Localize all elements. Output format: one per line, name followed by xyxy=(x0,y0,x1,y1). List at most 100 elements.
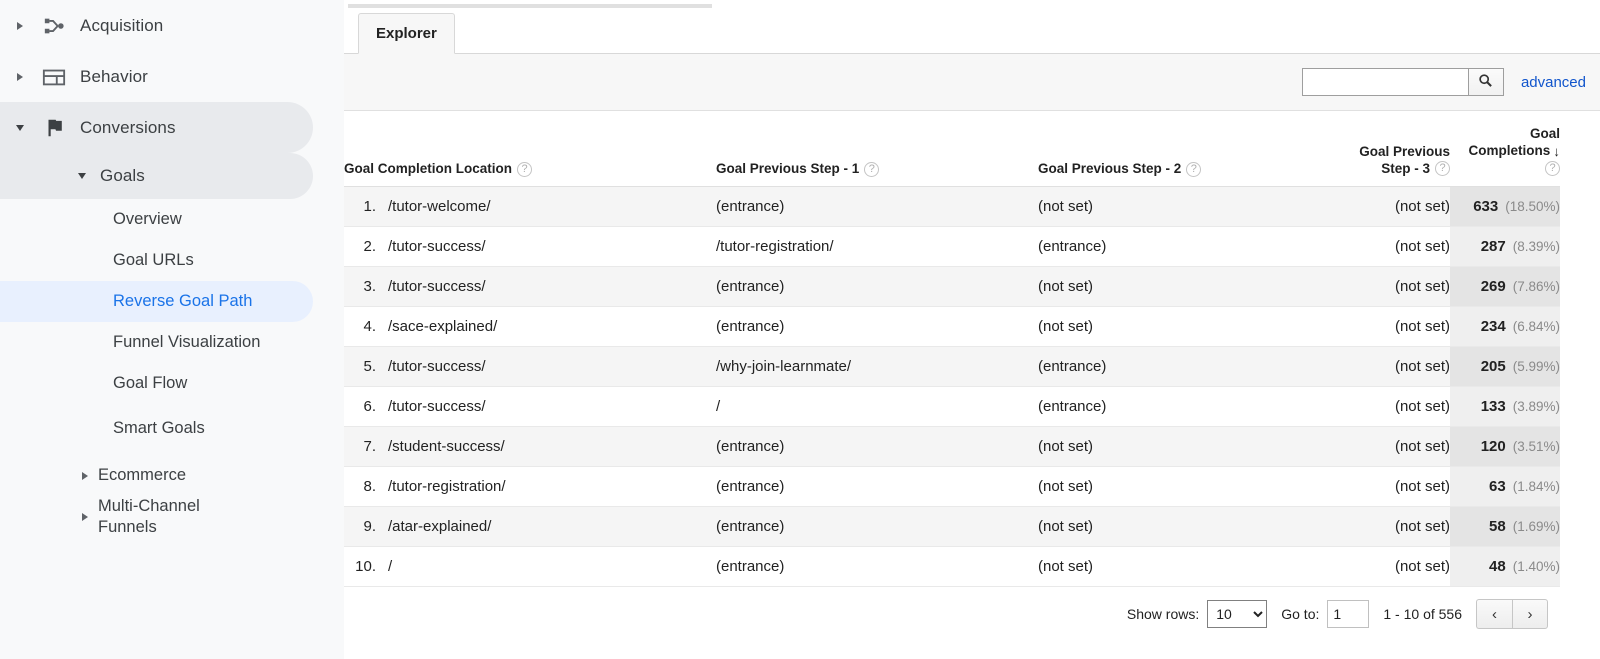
acquisition-icon xyxy=(34,15,74,37)
sidebar-item-reverse-goal-path[interactable]: Reverse Goal Path xyxy=(0,281,313,322)
sidebar-item-behavior[interactable]: Behavior xyxy=(0,51,344,102)
help-icon-goal-completion-location[interactable]: ? xyxy=(517,161,532,177)
sidebar-item-goals[interactable]: Goals xyxy=(0,153,313,199)
table-row[interactable]: 6./tutor-success/ / (entrance) (not set)… xyxy=(344,386,1560,427)
search-button[interactable] xyxy=(1467,68,1504,96)
sidebar-item-label: Reverse Goal Path xyxy=(113,292,253,310)
cell-goal-completion-location[interactable]: 6./tutor-success/ xyxy=(344,386,716,427)
cell-goal-previous-step-2[interactable]: (entrance) xyxy=(1038,346,1344,387)
table-row[interactable]: 4./sace-explained/ (entrance) (not set) … xyxy=(344,306,1560,347)
column-header-goal-completions[interactable]: Goal Completions ↓? xyxy=(1450,111,1560,187)
cell-value[interactable]: /atar-explained/ xyxy=(376,518,491,535)
cell-goal-previous-step-1[interactable]: (entrance) xyxy=(716,306,1038,347)
sidebar-item-goal-flow[interactable]: Goal Flow xyxy=(0,363,344,404)
cell-goal-previous-step-2[interactable]: (not set) xyxy=(1038,306,1344,347)
advanced-search-link[interactable]: advanced xyxy=(1521,74,1586,91)
previous-page-button[interactable]: ‹ xyxy=(1476,599,1512,629)
help-icon-goal-previous-step-3[interactable]: ? xyxy=(1435,161,1450,177)
cell-goal-completion-location[interactable]: 3./tutor-success/ xyxy=(344,266,716,307)
row-index: 9. xyxy=(363,517,376,535)
table-row[interactable]: 9./atar-explained/ (entrance) (not set) … xyxy=(344,506,1560,547)
cell-value[interactable]: /tutor-success/ xyxy=(376,358,486,375)
completions-value: 120 xyxy=(1480,437,1506,455)
cell-goal-previous-step-2[interactable]: (entrance) xyxy=(1038,386,1344,427)
column-header-goal-previous-step-1[interactable]: Goal Previous Step - 1? xyxy=(716,111,1038,187)
sidebar-item-goal-urls[interactable]: Goal URLs xyxy=(0,240,344,281)
cell-goal-previous-step-2[interactable]: (not set) xyxy=(1038,426,1344,467)
sidebar-item-overview[interactable]: Overview xyxy=(0,199,344,240)
sidebar-item-conversions[interactable]: Conversions xyxy=(0,102,313,153)
cell-goal-previous-step-1[interactable]: (entrance) xyxy=(716,466,1038,507)
sidebar-item-label: Goals xyxy=(100,166,145,185)
help-icon-goal-previous-step-1[interactable]: ? xyxy=(864,161,880,177)
cell-goal-completion-location[interactable]: 1./tutor-welcome/ xyxy=(344,186,716,227)
expand-caret-multi-channel-funnels[interactable] xyxy=(76,513,94,521)
help-icon-goal-completions[interactable]: ? xyxy=(1545,161,1560,177)
go-to-page-input[interactable] xyxy=(1327,600,1370,628)
column-header-label: Goal Previous Step - 1 xyxy=(716,160,860,176)
completions-value: 234 xyxy=(1480,317,1506,335)
cell-value[interactable]: /sace-explained/ xyxy=(376,318,497,335)
completions-percent: (1.40%) xyxy=(1512,558,1560,574)
tab-explorer[interactable]: Explorer xyxy=(358,13,455,54)
cell-value[interactable]: /student-success/ xyxy=(376,438,505,455)
search-input[interactable] xyxy=(1301,68,1468,96)
expand-caret-acquisition[interactable] xyxy=(6,21,34,30)
sidebar-item-label: Overview xyxy=(113,210,182,228)
cell-goal-completion-location[interactable]: 9./atar-explained/ xyxy=(344,506,716,547)
sort-descending-icon[interactable]: ↓ xyxy=(1553,143,1560,160)
column-header-goal-previous-step-3[interactable]: Goal Previous Step - 3? xyxy=(1344,111,1450,187)
sidebar-item-acquisition[interactable]: Acquisition xyxy=(0,0,344,51)
table-row[interactable]: 8./tutor-registration/ (entrance) (not s… xyxy=(344,466,1560,507)
help-icon-goal-previous-step-2[interactable]: ? xyxy=(1186,161,1202,177)
sidebar-item-multi-channel-funnels[interactable]: Multi-Channel Funnels xyxy=(0,496,344,538)
cell-goal-completion-location[interactable]: 8./tutor-registration/ xyxy=(344,466,716,507)
cell-goal-previous-step-1[interactable]: (entrance) xyxy=(716,506,1038,547)
cell-goal-completion-location[interactable]: 7./student-success/ xyxy=(344,426,716,467)
cell-goal-completion-location[interactable]: 2./tutor-success/ xyxy=(344,226,716,267)
cell-goal-previous-step-1[interactable]: (entrance) xyxy=(716,546,1038,587)
table-row[interactable]: 10. / (entrance) (not set) (not set) 48 (1… xyxy=(344,546,1560,587)
cell-goal-completion-location[interactable]: 4./sace-explained/ xyxy=(344,306,716,347)
table-row[interactable]: 5./tutor-success/ /why-join-learnmate/ (… xyxy=(344,346,1560,387)
table-row[interactable]: 3./tutor-success/ (entrance) (not set) (… xyxy=(344,266,1560,307)
cell-goal-completion-location[interactable]: 10. / xyxy=(344,546,716,587)
cell-goal-completion-location[interactable]: 5./tutor-success/ xyxy=(344,346,716,387)
collapse-caret-conversions[interactable] xyxy=(6,124,34,131)
cell-goal-previous-step-1[interactable]: (entrance) xyxy=(716,266,1038,307)
cell-goal-previous-step-1[interactable]: (entrance) xyxy=(716,186,1038,227)
completions-value: 287 xyxy=(1480,237,1506,255)
sidebar-item-ecommerce[interactable]: Ecommerce xyxy=(0,455,344,496)
cell-value[interactable]: /tutor-success/ xyxy=(376,398,486,415)
cell-goal-previous-step-2[interactable]: (not set) xyxy=(1038,546,1344,587)
cell-value[interactable]: /tutor-registration/ xyxy=(376,478,506,495)
cell-goal-previous-step-2[interactable]: (entrance) xyxy=(1038,226,1344,267)
expand-caret-behavior[interactable] xyxy=(6,72,34,81)
column-header-goal-previous-step-2[interactable]: Goal Previous Step - 2? xyxy=(1038,111,1344,187)
cell-value[interactable]: / xyxy=(376,558,392,575)
expand-caret-ecommerce[interactable] xyxy=(76,471,94,480)
table-row[interactable]: 2./tutor-success/ /tutor-registration/ (… xyxy=(344,226,1560,267)
cell-goal-previous-step-1[interactable]: /why-join-learnmate/ xyxy=(716,346,1038,387)
cell-value[interactable]: /tutor-success/ xyxy=(376,238,486,255)
sidebar-item-label: Multi-Channel Funnels xyxy=(98,497,200,536)
sidebar-item-smart-goals[interactable]: Smart Goals xyxy=(0,408,344,449)
cell-goal-previous-step-1[interactable]: (entrance) xyxy=(716,426,1038,467)
cell-goal-previous-step-3: (not set) xyxy=(1344,386,1450,427)
cell-goal-previous-step-2[interactable]: (not set) xyxy=(1038,186,1344,227)
cell-value[interactable]: /tutor-welcome/ xyxy=(376,198,491,215)
next-page-button[interactable]: › xyxy=(1512,599,1548,629)
cell-goal-previous-step-2[interactable]: (not set) xyxy=(1038,266,1344,307)
column-header-goal-completion-location[interactable]: Goal Completion Location? xyxy=(344,111,716,187)
cell-goal-previous-step-2[interactable]: (not set) xyxy=(1038,466,1344,507)
row-index: 3. xyxy=(363,277,376,295)
cell-goal-previous-step-1[interactable]: / xyxy=(716,386,1038,427)
cell-goal-previous-step-1[interactable]: /tutor-registration/ xyxy=(716,226,1038,267)
table-row[interactable]: 1./tutor-welcome/ (entrance) (not set) (… xyxy=(344,186,1560,227)
cell-goal-previous-step-2[interactable]: (not set) xyxy=(1038,506,1344,547)
collapse-caret-goals[interactable] xyxy=(72,173,92,179)
rows-per-page-select[interactable]: 10255010025050010005000 xyxy=(1207,600,1268,628)
sidebar-item-funnel-visualization[interactable]: Funnel Visualization xyxy=(0,322,344,363)
table-row[interactable]: 7./student-success/ (entrance) (not set)… xyxy=(344,426,1560,467)
cell-value[interactable]: /tutor-success/ xyxy=(376,278,486,295)
